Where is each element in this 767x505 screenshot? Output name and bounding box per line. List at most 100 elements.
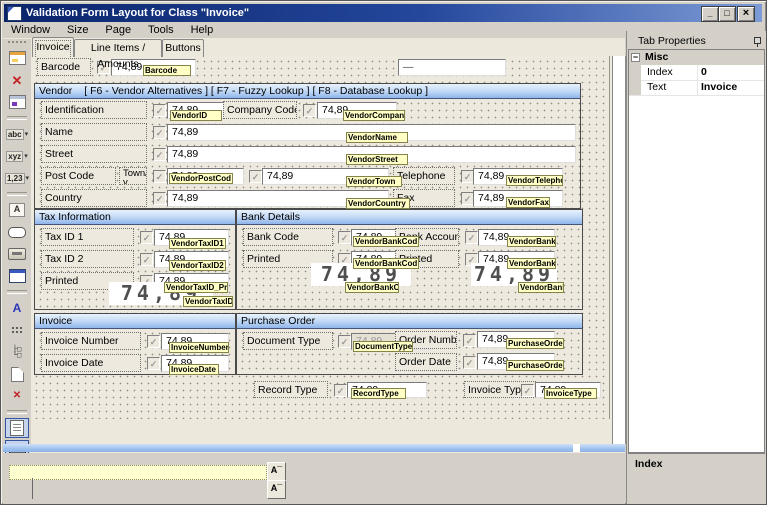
vendor-post-code-tag[interactable]: VendorPostCod: [169, 173, 233, 184]
tax-id1-checkbox[interactable]: ✓: [140, 231, 153, 244]
menu-tools[interactable]: Tools: [141, 23, 181, 38]
order-date-tag[interactable]: PurchaseOrder: [506, 360, 564, 371]
horizontal-scrollbar-end[interactable]: [580, 444, 625, 452]
tax-section-header[interactable]: Tax Information: [35, 210, 235, 225]
vendor-street-checkbox[interactable]: ✓: [153, 148, 166, 161]
tax-id-display-tag[interactable]: VendorTaxID: [183, 296, 233, 307]
grid-tool-button[interactable]: [5, 320, 29, 340]
document-type-checkbox[interactable]: ✓: [338, 335, 351, 348]
vendor-company-code-label[interactable]: Company Code: [223, 101, 297, 119]
label-tool-button[interactable]: A: [5, 200, 29, 220]
document-type-tag[interactable]: DocumentType: [353, 341, 413, 352]
tax-id2-label[interactable]: Tax ID 2: [41, 250, 134, 268]
barcode-label[interactable]: Barcode: [37, 58, 91, 76]
vendor-section-header[interactable]: Vendor[ F6 - Vendor Alternatives ] [ F7 …: [35, 84, 580, 99]
property-value[interactable]: Invoice: [701, 80, 737, 95]
order-number-checkbox[interactable]: ✓: [463, 334, 476, 347]
field-edit-input[interactable]: [9, 465, 267, 480]
vendor-town-tag[interactable]: VendorTown: [346, 176, 402, 187]
record-type-checkbox[interactable]: ✓: [334, 384, 347, 397]
delete-field-button[interactable]: ✕: [5, 70, 29, 90]
vendor-identification-checkbox[interactable]: ✓: [153, 104, 166, 117]
tab-buttons[interactable]: Buttons: [162, 39, 204, 57]
bank-account-checkbox[interactable]: ✓: [465, 231, 478, 244]
invoice-type-checkbox[interactable]: ✓: [521, 384, 534, 397]
property-row-text[interactable]: Text Invoice: [629, 80, 764, 96]
maximize-button[interactable]: □: [718, 6, 736, 22]
order-date-checkbox[interactable]: ✓: [463, 356, 476, 369]
menu-window[interactable]: Window: [4, 23, 57, 38]
invoice-date-checkbox[interactable]: ✓: [147, 357, 160, 370]
menu-page[interactable]: Page: [98, 23, 138, 38]
pin-icon[interactable]: [754, 37, 761, 44]
vendor-town-checkbox[interactable]: ✓: [249, 170, 262, 183]
document-type-label[interactable]: Document Type: [243, 332, 333, 350]
tax-id2-checkbox[interactable]: ✓: [140, 253, 153, 266]
invoice-number-checkbox[interactable]: ✓: [147, 335, 160, 348]
bank-section-header[interactable]: Bank Details: [237, 210, 582, 225]
vendor-country-label[interactable]: Country: [41, 189, 147, 207]
minimize-button[interactable]: _: [701, 6, 719, 22]
vendor-country-tag[interactable]: VendorCountry: [346, 198, 410, 209]
vendor-telephone-label[interactable]: Telephone: [393, 167, 455, 185]
bank-code-printed-tag[interactable]: VendorBankCod: [353, 258, 419, 269]
font-larger-button[interactable]: A¯: [267, 462, 286, 481]
vendor-company-code-checkbox[interactable]: ✓: [303, 104, 316, 117]
property-value[interactable]: 0: [701, 65, 707, 80]
vendor-name-checkbox[interactable]: ✓: [153, 126, 166, 139]
horizontal-scrollbar[interactable]: [3, 444, 573, 452]
bank-code-tag[interactable]: VendorBankCod: [353, 236, 419, 247]
bank-code-display-tag[interactable]: VendorBankC: [345, 282, 399, 293]
purchase-order-section-header[interactable]: Purchase Order: [237, 314, 582, 329]
vendor-town-label[interactable]: Town/Cit y: [119, 167, 147, 185]
vendor-post-code-checkbox[interactable]: ✓: [153, 170, 166, 183]
vendor-post-code-label[interactable]: Post Code: [41, 167, 116, 185]
order-date-label[interactable]: Order Date: [395, 353, 457, 371]
vendor-country-checkbox[interactable]: ✓: [153, 192, 166, 205]
uppercase-field-tool-button[interactable]: xyz▾: [5, 146, 29, 166]
tax-id1-label[interactable]: Tax ID 1: [41, 228, 134, 246]
property-row-index[interactable]: Index 0: [629, 65, 764, 81]
toolbar-grip[interactable]: [8, 41, 26, 43]
button-tool-button[interactable]: [5, 244, 29, 264]
vendor-telephone-tag[interactable]: VendorTelephon: [506, 175, 563, 186]
close-button[interactable]: ×: [737, 6, 755, 22]
bank-account-display-tag[interactable]: VendorBankA: [518, 282, 564, 293]
tab-line-items[interactable]: Line Items / Amounts: [74, 39, 162, 57]
property-group-misc[interactable]: − Misc: [629, 50, 764, 65]
font-tool-button[interactable]: A: [5, 298, 29, 318]
title-bar[interactable]: Validation Form Layout for Class "Invoic…: [4, 4, 762, 22]
oval-tool-button[interactable]: [5, 222, 29, 242]
vendor-identification-label[interactable]: Identification: [41, 101, 147, 119]
tree-tool-button[interactable]: ├□└□: [5, 342, 29, 362]
delete-page-tool-button[interactable]: ✕: [5, 386, 29, 406]
bank-account-tag[interactable]: VendorBankAcc: [507, 236, 556, 247]
invoice-date-label[interactable]: Invoice Date: [41, 354, 141, 372]
menu-size[interactable]: Size: [60, 23, 95, 38]
new-page-tool-button[interactable]: [5, 364, 29, 384]
order-number-tag[interactable]: PurchaseOrder: [506, 338, 564, 349]
vendor-name-tag[interactable]: VendorName: [346, 132, 408, 143]
invoice-type-tag[interactable]: InvoiceType: [544, 388, 597, 399]
tax-id1-tag[interactable]: VendorTaxID1: [169, 238, 226, 249]
aux-field[interactable]: —: [398, 59, 506, 76]
invoice-number-tag[interactable]: InvoiceNumber: [169, 342, 229, 353]
bank-account-printed-tag[interactable]: VendorBankAcc: [507, 258, 556, 269]
bank-code-checkbox[interactable]: ✓: [338, 231, 351, 244]
field-properties-button[interactable]: [5, 92, 29, 112]
vendor-company-code-tag[interactable]: VendorCompan: [343, 110, 405, 121]
vendor-street-tag[interactable]: VendorStreet: [346, 154, 408, 165]
text-field-tool-button[interactable]: abc▾: [5, 124, 29, 144]
menu-help[interactable]: Help: [184, 23, 221, 38]
tax-id2-tag[interactable]: VendorTaxID2: [169, 260, 226, 271]
numeric-field-tool-button[interactable]: 1,23▾: [5, 168, 29, 188]
invoice-number-label[interactable]: Invoice Number: [41, 332, 141, 350]
vendor-street-label[interactable]: Street: [41, 145, 147, 163]
vendor-identification-tag[interactable]: VendorID: [170, 110, 222, 121]
invoice-date-tag[interactable]: InvoiceDate: [169, 364, 219, 375]
vendor-name-label[interactable]: Name: [41, 123, 147, 141]
collapse-icon[interactable]: −: [631, 53, 640, 62]
font-smaller-button[interactable]: A¯: [267, 480, 286, 499]
record-type-label[interactable]: Record Type: [254, 381, 328, 398]
bank-code-label[interactable]: Bank Code: [243, 228, 333, 246]
